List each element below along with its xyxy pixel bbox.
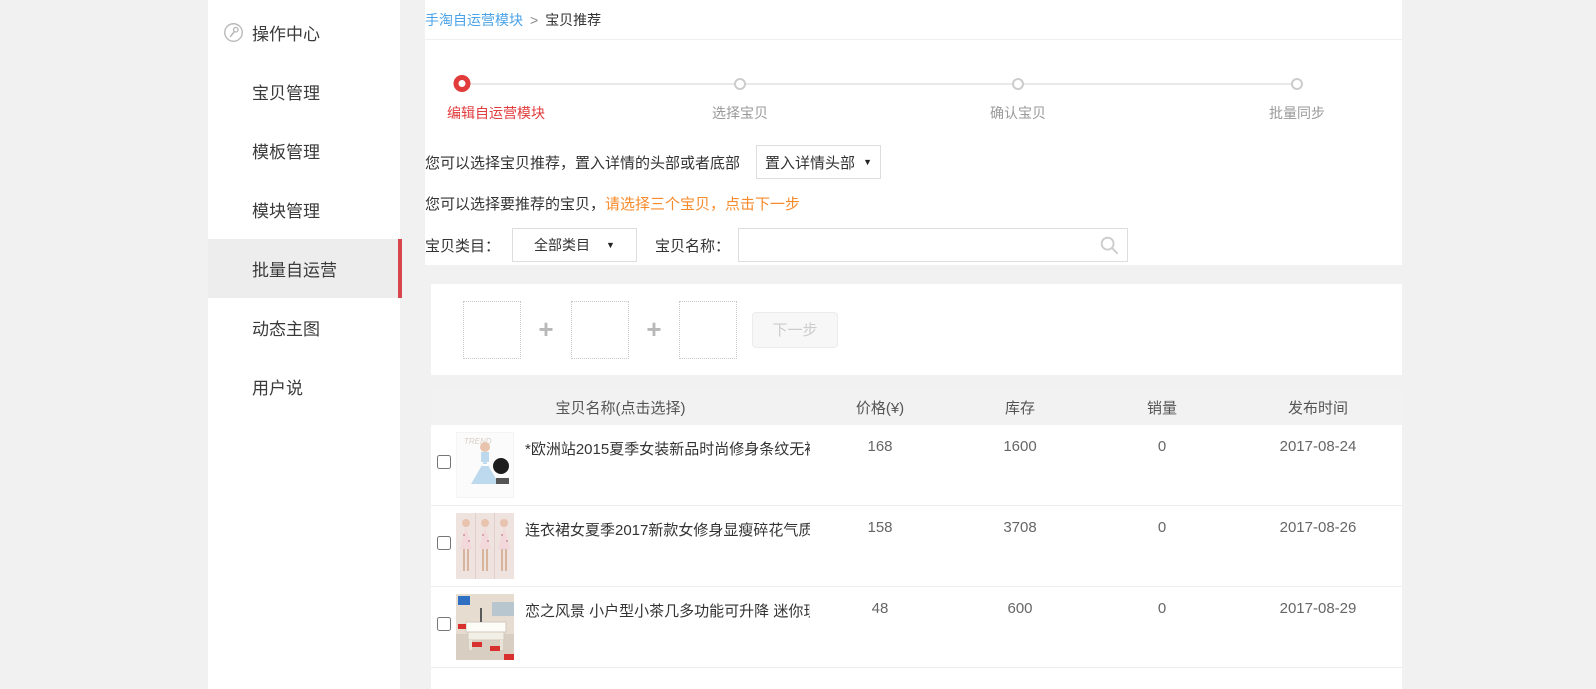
sidebar-item-operation-center[interactable]: 操作中心 bbox=[208, 3, 400, 62]
product-sales: 0 bbox=[1090, 506, 1234, 586]
sidebar-item-user-reviews[interactable]: 用户说 bbox=[208, 357, 400, 416]
selection-slot-3[interactable] bbox=[679, 301, 737, 359]
step-dot-2 bbox=[734, 78, 746, 90]
product-stock: 3708 bbox=[950, 506, 1090, 586]
product-price: 158 bbox=[810, 506, 950, 586]
stepper-track bbox=[462, 83, 1297, 85]
product-image[interactable] bbox=[456, 587, 525, 667]
name-filter-label: 宝贝名称： bbox=[655, 235, 730, 256]
breadcrumb: 手淘自运营模块 > 宝贝推荐 bbox=[425, 0, 1402, 40]
step-label-batch-sync: 批量同步 bbox=[1269, 103, 1325, 123]
sidebar-item-template-management[interactable]: 模板管理 bbox=[208, 121, 400, 180]
wrench-icon bbox=[223, 22, 244, 43]
product-stock: 600 bbox=[950, 587, 1090, 667]
top-section: 手淘自运营模块 > 宝贝推荐 编辑自运营模块 选择宝贝 确认宝贝 批量同步 您可… bbox=[425, 0, 1402, 265]
category-select-value: 全部类目 bbox=[534, 235, 590, 255]
row-checkbox[interactable] bbox=[437, 536, 451, 550]
table-row: 恋之风景 小户型小茶几多功能可升降 迷你现代 48 600 0 2017-08-… bbox=[431, 587, 1402, 668]
breadcrumb-current: 宝贝推荐 bbox=[545, 10, 601, 30]
category-filter-label: 宝贝类目： bbox=[425, 235, 500, 256]
sidebar-item-label: 动态主图 bbox=[252, 315, 320, 340]
main-content: 手淘自运营模块 > 宝贝推荐 编辑自运营模块 选择宝贝 确认宝贝 批量同步 您可… bbox=[425, 0, 1402, 689]
breadcrumb-parent-link[interactable]: 手淘自运营模块 bbox=[425, 10, 523, 30]
chevron-down-icon: ▼ bbox=[606, 240, 615, 250]
product-name[interactable]: *欧洲站2015夏季女装新品时尚修身条纹无袖背 bbox=[525, 425, 810, 505]
product-name[interactable]: 连衣裙女夏季2017新款女修身显瘦碎花气质喇 bbox=[525, 506, 810, 586]
product-price: 168 bbox=[810, 425, 950, 505]
selection-instruction-text: 您可以选择要推荐的宝贝， bbox=[425, 196, 605, 213]
sidebar-item-dynamic-main-image[interactable]: 动态主图 bbox=[208, 298, 400, 357]
category-select[interactable]: 全部类目 ▼ bbox=[512, 228, 637, 262]
chevron-down-icon: ▼ bbox=[863, 157, 872, 167]
sidebar-item-label: 批量自运营 bbox=[252, 256, 337, 281]
placement-instruction-text: 您可以选择宝贝推荐，置入详情的头部或者底部 bbox=[425, 152, 740, 173]
breadcrumb-separator: > bbox=[530, 12, 538, 28]
sidebar-item-label: 用户说 bbox=[252, 374, 303, 399]
product-price: 48 bbox=[810, 587, 950, 667]
header-sales: 销量 bbox=[1090, 397, 1234, 418]
step-label-edit-module: 编辑自运营模块 bbox=[447, 103, 545, 123]
row-checkbox[interactable] bbox=[437, 455, 451, 469]
product-stock: 1600 bbox=[950, 425, 1090, 505]
selection-instruction-highlight: 请选择三个宝贝，点击下一步 bbox=[605, 196, 800, 213]
sidebar-item-label: 宝贝管理 bbox=[252, 79, 320, 104]
selection-panel: + + 下一步 bbox=[431, 284, 1402, 375]
sidebar-item-item-management[interactable]: 宝贝管理 bbox=[208, 62, 400, 121]
sidebar-item-label: 模板管理 bbox=[252, 138, 320, 163]
step-dot-1 bbox=[454, 75, 471, 92]
sidebar-item-batch-self-operation[interactable]: 批量自运营 bbox=[208, 239, 400, 298]
product-date: 2017-08-29 bbox=[1234, 587, 1402, 667]
step-dot-4 bbox=[1291, 78, 1303, 90]
plus-separator: + bbox=[629, 314, 679, 345]
product-image[interactable] bbox=[456, 506, 525, 586]
product-image[interactable]: TREND bbox=[456, 425, 525, 505]
product-sales: 0 bbox=[1090, 587, 1234, 667]
product-name[interactable]: 恋之风景 小户型小茶几多功能可升降 迷你现代 bbox=[525, 587, 810, 667]
selection-slot-2[interactable] bbox=[571, 301, 629, 359]
stepper: 编辑自运营模块 选择宝贝 确认宝贝 批量同步 bbox=[425, 40, 1402, 140]
sidebar-item-label: 模块管理 bbox=[252, 197, 320, 222]
plus-separator: + bbox=[521, 314, 571, 345]
table-header: 宝贝名称(点击选择) 价格(¥) 库存 销量 发布时间 bbox=[431, 390, 1402, 425]
table-row: TREND *欧洲站2015夏季女装新品时尚修身条纹无袖背 168 1600 0… bbox=[431, 425, 1402, 506]
product-sales: 0 bbox=[1090, 425, 1234, 505]
header-publish-date: 发布时间 bbox=[1234, 397, 1402, 418]
row-checkbox[interactable] bbox=[437, 617, 451, 631]
step-label-select-items: 选择宝贝 bbox=[712, 103, 768, 123]
search-icon[interactable] bbox=[1098, 234, 1120, 256]
placement-dropdown[interactable]: 置入详情头部 ▼ bbox=[756, 145, 881, 179]
header-price: 价格(¥) bbox=[810, 397, 950, 418]
product-table: TREND *欧洲站2015夏季女装新品时尚修身条纹无袖背 168 1600 0… bbox=[431, 425, 1402, 689]
sidebar-item-module-management[interactable]: 模块管理 bbox=[208, 180, 400, 239]
step-dot-3 bbox=[1012, 78, 1024, 90]
selection-instruction-row: 您可以选择要推荐的宝贝，请选择三个宝贝，点击下一步 bbox=[425, 193, 800, 214]
sidebar-item-label: 操作中心 bbox=[252, 20, 320, 45]
filter-bar: 宝贝类目： 全部类目 ▼ 宝贝名称： bbox=[425, 228, 1128, 262]
product-name-input[interactable] bbox=[738, 228, 1128, 262]
next-step-button[interactable]: 下一步 bbox=[752, 312, 838, 348]
product-date: 2017-08-24 bbox=[1234, 425, 1402, 505]
placement-dropdown-value: 置入详情头部 bbox=[765, 152, 855, 173]
table-row: 连衣裙女夏季2017新款女修身显瘦碎花气质喇 158 3708 0 2017-0… bbox=[431, 506, 1402, 587]
header-item-name: 宝贝名称(点击选择) bbox=[431, 397, 810, 418]
sidebar: 操作中心 宝贝管理 模板管理 模块管理 批量自运营 动态主图 用户说 bbox=[208, 0, 400, 689]
header-stock: 库存 bbox=[950, 397, 1090, 418]
product-date: 2017-08-26 bbox=[1234, 506, 1402, 586]
step-label-confirm-items: 确认宝贝 bbox=[990, 103, 1046, 123]
selection-slot-1[interactable] bbox=[463, 301, 521, 359]
placement-instruction-row: 您可以选择宝贝推荐，置入详情的头部或者底部 置入详情头部 ▼ bbox=[425, 145, 881, 179]
